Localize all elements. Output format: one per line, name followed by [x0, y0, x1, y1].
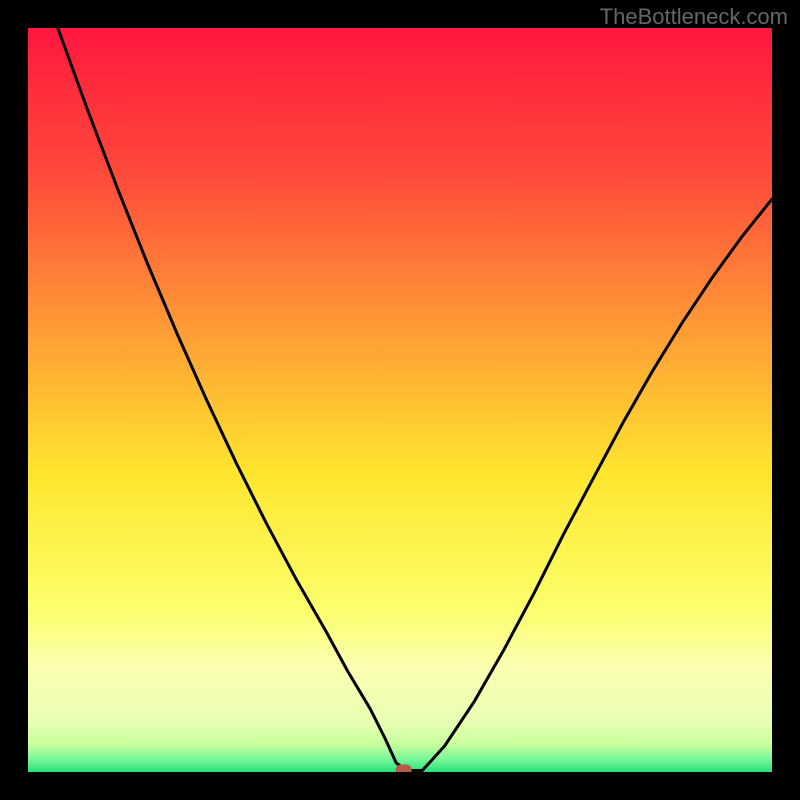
watermark-text: TheBottleneck.com [600, 4, 788, 30]
gradient-background [28, 28, 772, 772]
plot-area [28, 28, 772, 772]
chart-svg [28, 28, 772, 772]
trough-marker [396, 765, 412, 773]
